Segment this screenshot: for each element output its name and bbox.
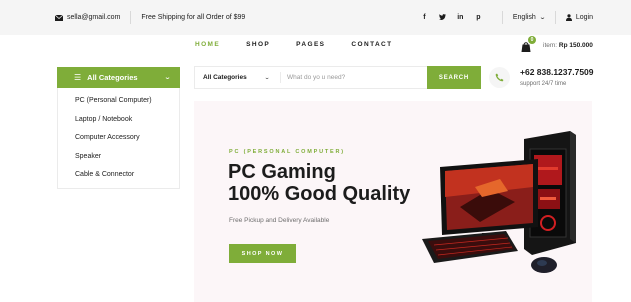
email-link[interactable]: sella@gmail.com: [55, 14, 120, 21]
keyboard-image: [422, 231, 518, 263]
top-bar-right: f in p English ⌄ Login: [421, 0, 593, 35]
category-item[interactable]: PC (Personal Computer): [58, 97, 179, 116]
all-categories-label: All Categories: [87, 73, 138, 82]
hero-banner: PC (PERSONAL COMPUTER) PC Gaming 100% Go…: [194, 101, 592, 302]
language-select[interactable]: English ⌄: [512, 14, 546, 21]
gaming-pc-image: [422, 131, 576, 273]
chevron-down-icon: ⌄: [163, 75, 172, 81]
cart-count-badge: 0: [528, 36, 536, 44]
hero-title-line: PC Gaming: [228, 161, 336, 183]
top-bar: sella@gmail.com Free Shipping for all Or…: [0, 0, 631, 35]
category-item[interactable]: Speaker: [58, 153, 179, 172]
search-form: All Categories ⌄ SEARCH: [194, 66, 481, 89]
cart-total: item: Rp 150.000: [543, 42, 593, 49]
phone-icon: [495, 73, 504, 82]
phone-icon-circle: [489, 67, 510, 88]
hero-subtitle: Free Pickup and Delivery Available: [229, 217, 330, 224]
category-list: PC (Personal Computer) Laptop / Notebook…: [57, 88, 180, 189]
facebook-icon[interactable]: f: [421, 14, 428, 21]
shop-now-button[interactable]: SHOP NOW: [229, 244, 296, 263]
divider: [280, 72, 281, 83]
nav-pages[interactable]: PAGES: [296, 41, 325, 53]
search-category-value: All Categories: [203, 74, 247, 81]
category-item[interactable]: Computer Accessory: [58, 134, 179, 153]
main-nav: HOME SHOP PAGES CONTACT: [195, 41, 393, 53]
search-category-select[interactable]: All Categories ⌄: [203, 67, 270, 88]
user-icon: [565, 14, 572, 21]
divider: [501, 11, 503, 24]
chevron-down-icon: ⌄: [263, 74, 270, 81]
envelope-icon: [55, 14, 63, 21]
language-label: English: [512, 14, 536, 21]
bars-icon: ☰: [74, 73, 82, 82]
free-shipping-text: Free Shipping for all Order of $99: [141, 14, 246, 21]
login-label: Login: [575, 14, 593, 21]
all-categories-button[interactable]: ☰ All Categories ⌄: [57, 67, 180, 88]
search-input[interactable]: [287, 70, 422, 85]
cart-total-value: Rp 150.000: [558, 42, 593, 49]
mouse-image: [531, 257, 557, 273]
hero-title-line: 100% Good Quality: [228, 183, 411, 205]
cart-button[interactable]: 0: [520, 36, 536, 52]
hero-title: PC Gaming 100% Good Quality: [228, 161, 410, 205]
divider: [554, 11, 556, 24]
email-text: sella@gmail.com: [67, 14, 121, 21]
cart-total-label: item:: [543, 42, 558, 49]
search-button[interactable]: SEARCH: [427, 66, 481, 89]
nav-home[interactable]: HOME: [195, 41, 220, 53]
category-item[interactable]: Cable & Connector: [58, 171, 179, 190]
pinterest-icon[interactable]: p: [475, 14, 482, 21]
twitter-icon[interactable]: [438, 13, 446, 22]
category-item[interactable]: Laptop / Notebook: [58, 116, 179, 135]
social-links: f in p: [421, 13, 482, 22]
support-text: support 24/7 time: [520, 81, 567, 87]
top-bar-left: sella@gmail.com Free Shipping for all Or…: [55, 0, 245, 35]
linkedin-icon[interactable]: in: [457, 14, 464, 21]
nav-shop[interactable]: SHOP: [246, 41, 270, 53]
phone-number: +62 838.1237.7509: [520, 67, 594, 77]
login-link[interactable]: Login: [565, 14, 593, 21]
divider: [130, 11, 132, 24]
hero-kicker: PC (PERSONAL COMPUTER): [229, 149, 345, 155]
chevron-down-icon: ⌄: [538, 15, 546, 21]
nav-contact[interactable]: CONTACT: [351, 41, 392, 53]
